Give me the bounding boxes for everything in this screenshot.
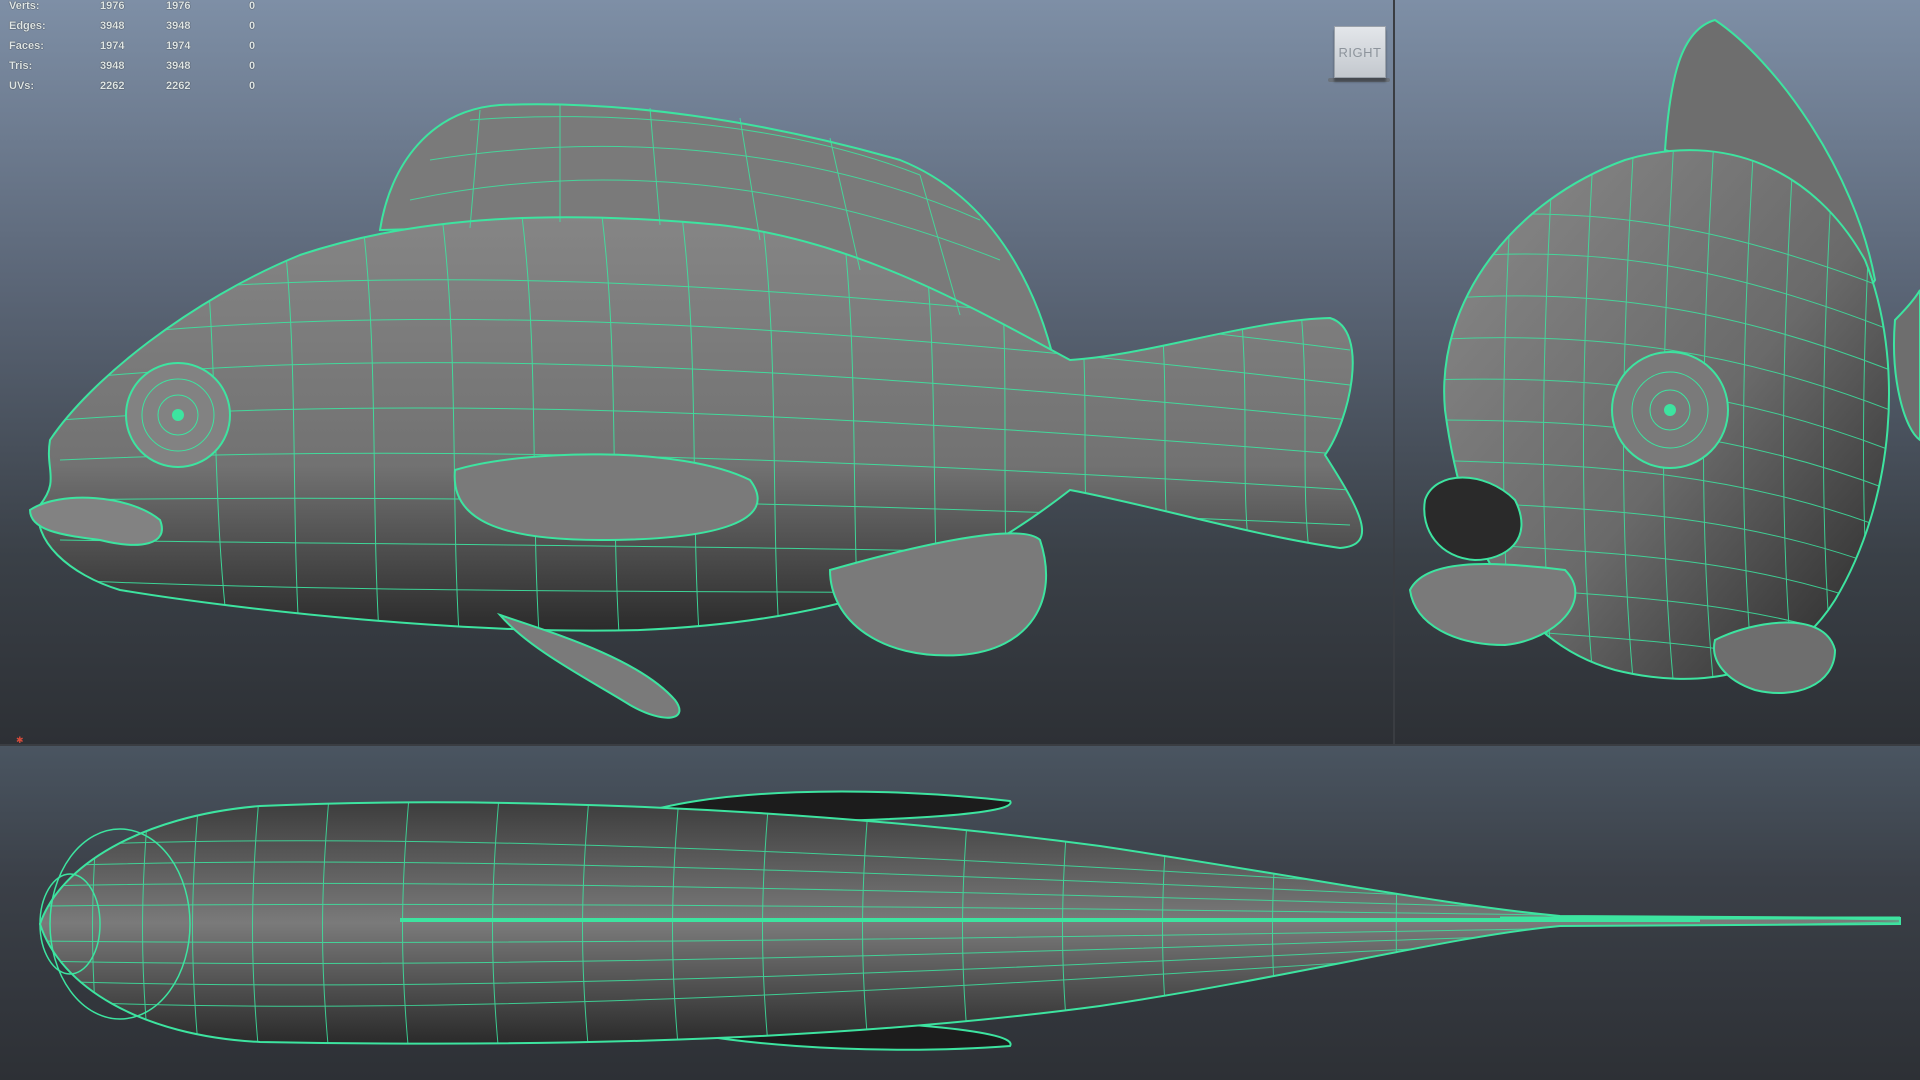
hud-label: UVs: <box>9 80 35 92</box>
hud-value: 3948 <box>166 20 191 32</box>
view-cube-shadow <box>1328 78 1390 82</box>
hud-label: Verts: <box>9 0 40 12</box>
hud-value: 1976 <box>166 0 191 12</box>
hud-value: 0 <box>249 80 256 92</box>
hud-label: Faces: <box>9 40 44 52</box>
hud-value: 0 <box>249 60 256 72</box>
view-cube[interactable]: RIGHT <box>1334 26 1386 78</box>
right-viewport[interactable]: Verts: 1976 1976 0 Edges: 3948 3948 0 Fa… <box>0 0 1393 744</box>
hud-value: 3948 <box>166 60 191 72</box>
hud-value: 1974 <box>166 40 191 52</box>
hud-value: 0 <box>249 20 256 32</box>
hud-value: 2262 <box>100 80 125 92</box>
fish-side-mesh <box>28 103 1364 719</box>
top-viewport[interactable] <box>0 746 1920 1080</box>
fish-top-mesh <box>38 790 1901 1051</box>
view-cube-label: RIGHT <box>1338 44 1382 60</box>
axis-gizmo-icon: ✱ <box>16 735 24 745</box>
hud-label: Edges: <box>9 20 46 32</box>
hud-value: 1974 <box>100 40 125 52</box>
hud-value: 0 <box>249 0 256 12</box>
hud-value: 1976 <box>100 0 125 12</box>
fish-front-mesh <box>1408 18 1920 695</box>
hud-label: Tris: <box>9 60 33 72</box>
hud-value: 2262 <box>166 80 191 92</box>
hud-value: 3948 <box>100 60 125 72</box>
hud-value: 0 <box>249 40 256 52</box>
hud-value: 3948 <box>100 20 125 32</box>
perspective-viewport[interactable] <box>1395 0 1920 744</box>
